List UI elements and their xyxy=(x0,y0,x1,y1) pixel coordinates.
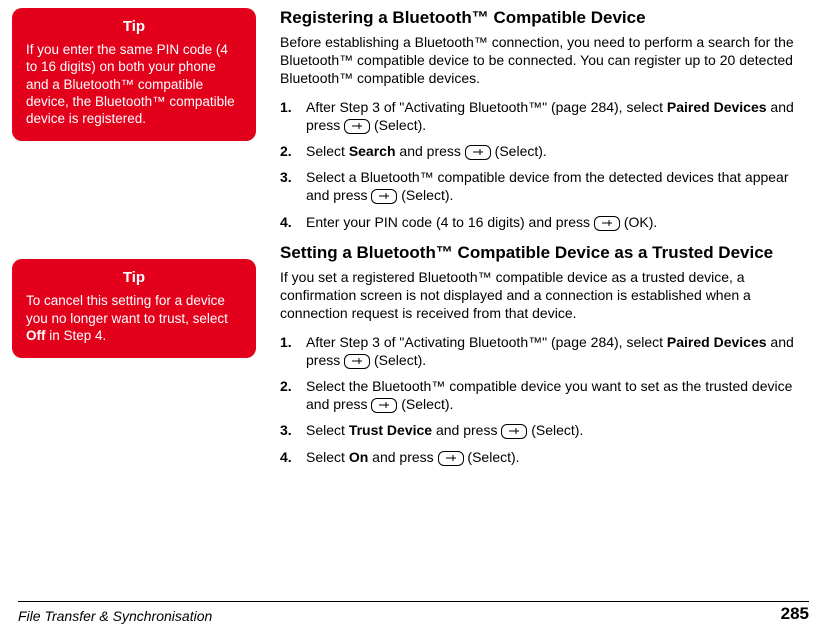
step-item: Select a Bluetooth™ compatible device fr… xyxy=(280,168,809,204)
tip-box-1: Tip If you enter the same PIN code (4 to… xyxy=(12,8,256,141)
softkey-icon xyxy=(438,451,464,466)
softkey-icon xyxy=(371,189,397,204)
tip-header: Tip xyxy=(26,18,242,35)
tip-text: To cancel this setting for a device you … xyxy=(26,293,228,325)
step-btn-label: (Select). xyxy=(374,117,426,133)
tip-body: To cancel this setting for a device you … xyxy=(26,292,242,344)
step-text: and press xyxy=(432,422,501,438)
step-text: and press xyxy=(368,449,437,465)
steps-list: After Step 3 of "Activating Bluetooth™" … xyxy=(280,98,809,231)
section-heading: Setting a Bluetooth™ Compatible Device a… xyxy=(280,243,809,263)
footer-rule xyxy=(18,601,809,602)
step-text: After Step 3 of "Activating Bluetooth™" … xyxy=(306,99,667,115)
tip-text: in Step 4. xyxy=(46,328,107,343)
footer-section-title: File Transfer & Synchronisation xyxy=(18,608,212,624)
softkey-icon xyxy=(371,398,397,413)
tip-header: Tip xyxy=(26,269,242,286)
section-heading: Registering a Bluetooth™ Compatible Devi… xyxy=(280,8,809,28)
step-item: Select Trust Device and press (Select). xyxy=(280,421,809,439)
step-btn-label: (Select). xyxy=(495,143,547,159)
step-text: and press xyxy=(396,143,465,159)
section-intro: If you set a registered Bluetooth™ compa… xyxy=(280,269,809,323)
step-bold: Paired Devices xyxy=(667,99,767,115)
softkey-icon xyxy=(501,424,527,439)
steps-list: After Step 3 of "Activating Bluetooth™" … xyxy=(280,333,809,466)
softkey-icon xyxy=(344,119,370,134)
step-btn-label: (Select). xyxy=(374,352,426,368)
step-item: Enter your PIN code (4 to 16 digits) and… xyxy=(280,213,809,231)
softkey-icon xyxy=(344,354,370,369)
softkey-icon xyxy=(465,145,491,160)
step-text: After Step 3 of "Activating Bluetooth™" … xyxy=(306,334,667,350)
step-bold: On xyxy=(349,449,368,465)
step-text: Select xyxy=(306,143,349,159)
step-btn-label: (Select). xyxy=(401,396,453,412)
step-btn-label: (Select). xyxy=(401,187,453,203)
step-btn-label: (Select). xyxy=(467,449,519,465)
step-text: Enter your PIN code (4 to 16 digits) and… xyxy=(306,214,594,230)
softkey-icon xyxy=(594,216,620,231)
step-item: After Step 3 of "Activating Bluetooth™" … xyxy=(280,98,809,134)
step-text: Select xyxy=(306,449,349,465)
page-number: 285 xyxy=(781,604,809,624)
step-item: Select the Bluetooth™ compatible device … xyxy=(280,377,809,413)
section-intro: Before establishing a Bluetooth™ connect… xyxy=(280,34,809,88)
step-item: Select On and press (Select). xyxy=(280,448,809,466)
step-text: Select xyxy=(306,422,349,438)
step-item: After Step 3 of "Activating Bluetooth™" … xyxy=(280,333,809,369)
step-btn-label: (Select). xyxy=(531,422,583,438)
step-btn-label: (OK). xyxy=(624,214,657,230)
tip-bold: Off xyxy=(26,328,46,343)
step-bold: Search xyxy=(349,143,396,159)
step-bold: Paired Devices xyxy=(667,334,767,350)
step-item: Select Search and press (Select). xyxy=(280,142,809,160)
tip-body: If you enter the same PIN code (4 to 16 … xyxy=(26,41,242,127)
tip-box-2: Tip To cancel this setting for a device … xyxy=(12,259,256,358)
step-bold: Trust Device xyxy=(349,422,432,438)
